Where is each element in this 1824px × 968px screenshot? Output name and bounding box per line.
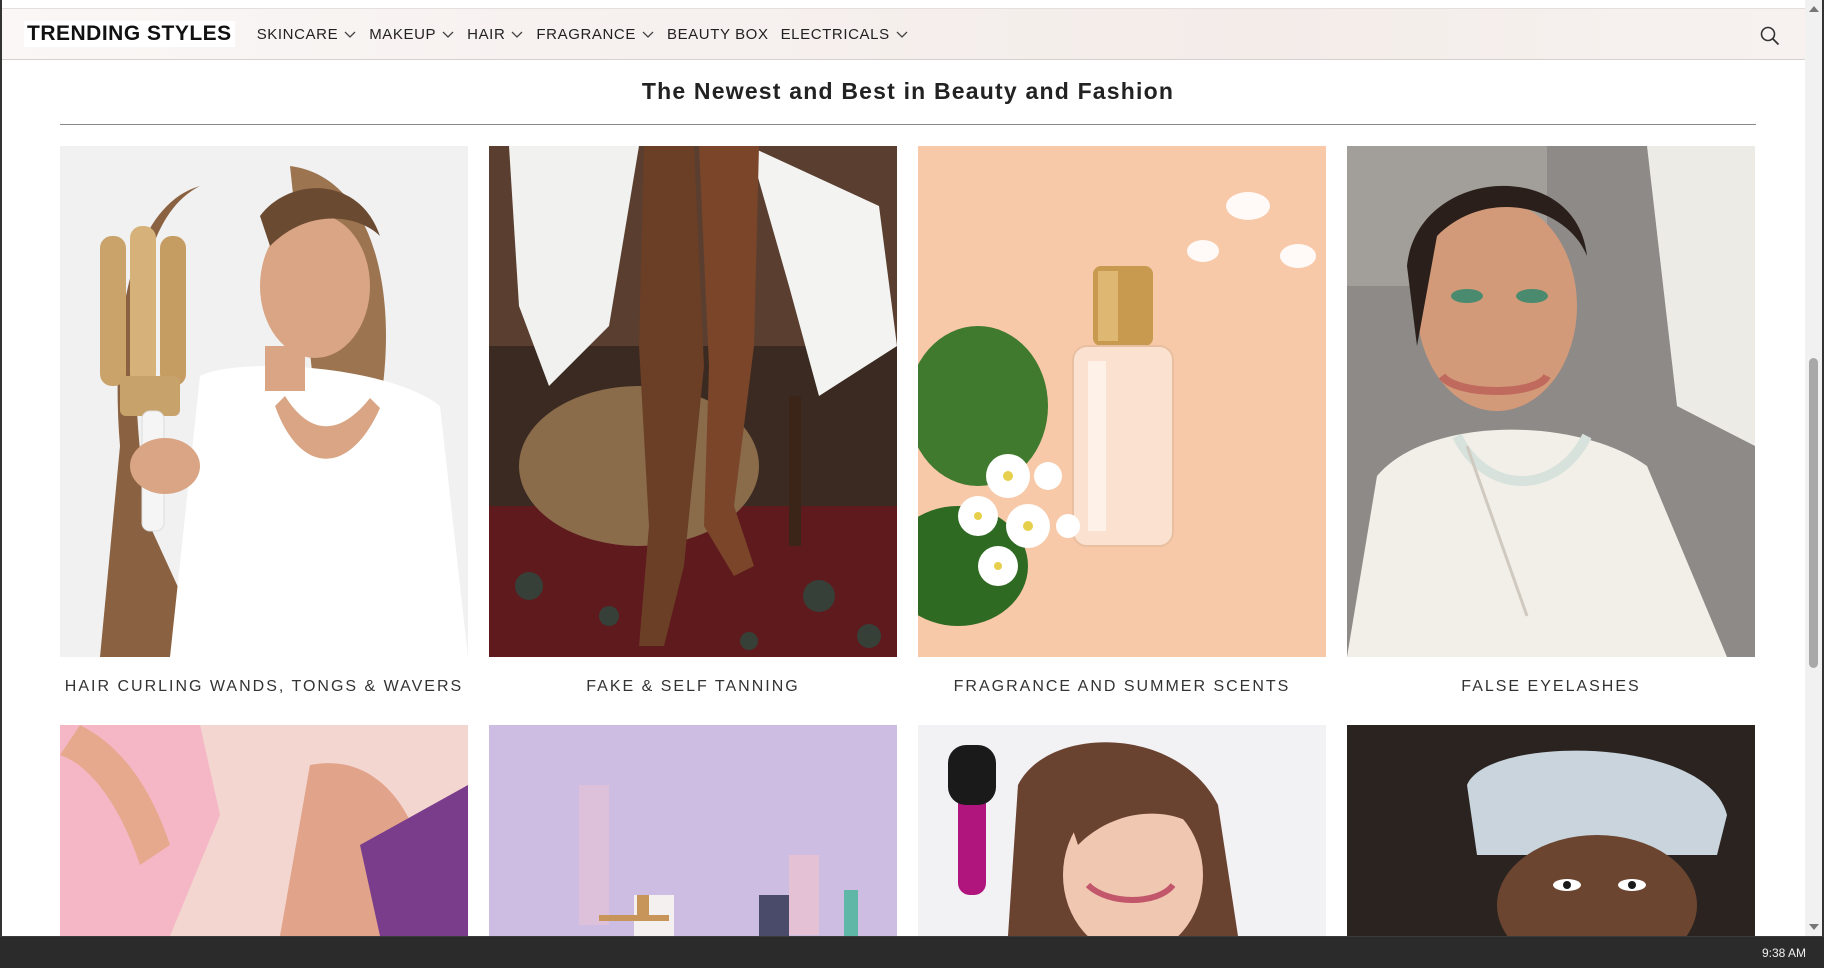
page: TRENDING STYLES SKINCARE MAKEUP HAIR FRA… [0, 0, 1824, 936]
taskbar-clock[interactable]: 9:38 AM [1762, 946, 1806, 960]
nav-item-label: HAIR [467, 25, 506, 43]
card-image-self-tanning[interactable] [489, 146, 897, 657]
nav-item-makeup[interactable]: MAKEUP [369, 26, 455, 43]
section-heading: The Newest and Best in Beauty and Fashio… [641, 78, 1175, 104]
card-label[interactable]: FALSE EYELASHES [1347, 678, 1755, 696]
chevron-down-icon [344, 31, 356, 38]
nav-item-label: ELECTRICALS [780, 25, 890, 43]
card-image-skincare[interactable] [1347, 725, 1755, 936]
nav-item-beauty-box[interactable]: BEAUTY BOX [667, 26, 769, 43]
scroll-down-arrow-icon[interactable] [1809, 924, 1819, 930]
nav-item-fragrance[interactable]: FRAGRANCE [536, 26, 655, 43]
card-label[interactable]: FAKE & SELF TANNING [489, 678, 897, 696]
card-image-wax[interactable] [60, 725, 468, 936]
pink-wax-application-image [60, 725, 468, 936]
nav-item-label: FRAGRANCE [536, 25, 636, 43]
chevron-down-icon [896, 31, 908, 38]
main-nav: TRENDING STYLES SKINCARE MAKEUP HAIR FRA… [2, 8, 1807, 60]
search-icon[interactable] [1759, 25, 1781, 47]
vertical-scrollbar[interactable] [1805, 0, 1822, 936]
chevron-down-icon [511, 31, 523, 38]
woman-with-makeup-and-necklace-image [1347, 146, 1755, 657]
card-image-makeup[interactable] [489, 725, 897, 936]
nav-item-hair[interactable]: HAIR [467, 26, 524, 43]
perfume-bottle-with-flowers-image [918, 146, 1326, 657]
nav-item-label: MAKEUP [369, 25, 437, 43]
woman-in-towel-skincare-image [1347, 725, 1755, 936]
brand-logo[interactable]: TRENDING STYLES [24, 21, 235, 47]
card-image-hair-curling[interactable] [60, 146, 468, 657]
card-image-hairbrush[interactable] [918, 725, 1326, 936]
card-image-fragrance[interactable] [918, 146, 1326, 657]
tanned-legs-on-chair-image [489, 146, 897, 657]
makeup-products-lilac-background-image [489, 725, 897, 936]
scroll-up-arrow-icon[interactable] [1809, 6, 1819, 12]
woman-brushing-hair-image [918, 725, 1326, 936]
card-label[interactable]: HAIR CURLING WANDS, TONGS & WAVERS [60, 678, 468, 696]
divider [60, 124, 1756, 125]
scroll-thumb[interactable] [1809, 358, 1818, 668]
card-label[interactable]: FRAGRANCE AND SUMMER SCENTS [918, 678, 1326, 696]
woman-with-hair-waver-image [60, 146, 468, 657]
taskbar: 9:38 AM [0, 936, 1824, 968]
nav-item-electricals[interactable]: ELECTRICALS [781, 26, 909, 43]
nav-item-skincare[interactable]: SKINCARE [257, 26, 358, 43]
nav-item-label: SKINCARE [256, 25, 339, 43]
chevron-down-icon [642, 31, 654, 38]
chevron-down-icon [442, 31, 454, 38]
card-image-false-eyelashes[interactable] [1347, 146, 1755, 657]
nav-item-label: BEAUTY BOX [666, 25, 769, 43]
